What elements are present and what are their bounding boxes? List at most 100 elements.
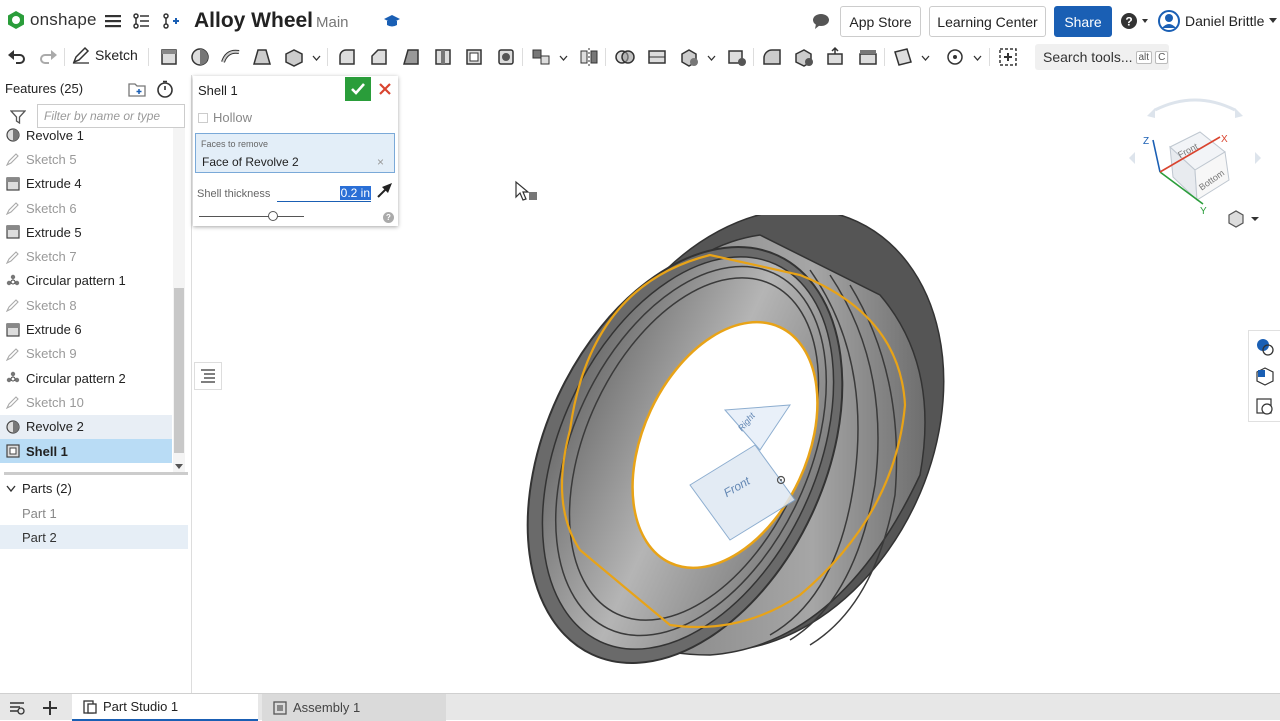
undo-icon[interactable] xyxy=(6,46,28,68)
redo-icon[interactable] xyxy=(37,46,59,68)
panel-resize-divider[interactable] xyxy=(4,472,188,475)
feature-item[interactable]: Extrude 6 xyxy=(0,317,172,341)
thicken-icon[interactable] xyxy=(283,46,305,68)
loft-icon[interactable] xyxy=(251,46,273,68)
boolean-icon[interactable] xyxy=(614,46,636,68)
search-tools-input[interactable]: Search tools... alt C xyxy=(1035,44,1169,70)
feature-list-toggle-icon[interactable] xyxy=(194,362,222,390)
feature-item[interactable]: Revolve 1 xyxy=(0,123,172,147)
feature-item[interactable]: Sketch 9 xyxy=(0,342,172,366)
mirror-icon[interactable] xyxy=(578,46,600,68)
help-icon[interactable]: ? xyxy=(1120,12,1150,30)
parts-header[interactable]: Parts (2) xyxy=(6,481,72,496)
delete-part-icon[interactable] xyxy=(726,46,748,68)
feature-item[interactable]: Shell 1 xyxy=(0,438,172,464)
part-item[interactable]: Part 1 xyxy=(0,501,188,525)
revolve-icon[interactable] xyxy=(189,46,211,68)
accept-button[interactable] xyxy=(345,77,371,101)
hollow-checkbox[interactable] xyxy=(198,112,208,123)
add-custom-feature-icon[interactable] xyxy=(997,46,1019,68)
toolbar-divider xyxy=(64,48,65,66)
shell-thickness-input[interactable]: 0.2 in xyxy=(277,184,371,202)
app-store-button[interactable]: App Store xyxy=(840,6,921,37)
mate-connector-icon[interactable] xyxy=(944,46,966,68)
onshape-logo[interactable]: onshape xyxy=(6,10,97,30)
configurations-icon[interactable] xyxy=(1255,367,1275,387)
top-bar: onshape Alloy Wheel Main App Store Learn… xyxy=(0,0,1280,42)
dialog-title[interactable]: Shell 1 xyxy=(198,83,238,98)
rib-icon[interactable] xyxy=(432,46,454,68)
chamfer-icon[interactable] xyxy=(368,46,390,68)
plane-icon[interactable] xyxy=(892,46,914,68)
feature-item[interactable]: Sketch 10 xyxy=(0,390,172,414)
comments-icon[interactable] xyxy=(812,12,830,30)
opposite-direction-icon[interactable] xyxy=(376,181,394,199)
slider-knob[interactable] xyxy=(267,211,278,221)
replace-face-icon[interactable] xyxy=(857,46,879,68)
linear-pattern-icon[interactable] xyxy=(530,46,552,68)
feature-item[interactable]: Sketch 8 xyxy=(0,293,172,317)
appearance-icon[interactable] xyxy=(1255,337,1275,357)
draft-icon[interactable] xyxy=(400,46,422,68)
part-item[interactable]: Part 2 xyxy=(0,525,188,549)
feature-item[interactable]: Revolve 2 xyxy=(0,414,172,439)
feature-item[interactable]: Sketch 6 xyxy=(0,196,172,220)
chevron-down-icon[interactable] xyxy=(921,55,930,61)
feature-label: Sketch 5 xyxy=(26,151,77,167)
thickness-slider[interactable] xyxy=(199,211,304,221)
feature-item[interactable]: Circular pattern 1 xyxy=(0,269,172,293)
feature-item[interactable]: Circular pattern 2 xyxy=(0,366,172,390)
share-button[interactable]: Share xyxy=(1054,6,1112,37)
feature-item[interactable]: Sketch 7 xyxy=(0,244,172,268)
filter-icon[interactable] xyxy=(10,110,26,124)
sketch-button[interactable]: Sketch xyxy=(72,46,138,64)
transform-icon[interactable] xyxy=(678,46,700,68)
sketch-icon xyxy=(5,152,20,167)
branch-name[interactable]: Main xyxy=(316,14,349,31)
feature-label: Extrude 6 xyxy=(26,322,82,338)
tab-assembly-1[interactable]: Assembly 1 xyxy=(262,694,446,721)
scroll-thumb[interactable] xyxy=(174,288,184,453)
feature-item[interactable]: Extrude 4 xyxy=(0,172,172,196)
feature-item[interactable]: Sketch 5 xyxy=(0,147,172,171)
move-face-icon[interactable] xyxy=(825,46,847,68)
chevron-down-icon[interactable] xyxy=(312,55,321,61)
menu-icon[interactable] xyxy=(104,12,122,30)
user-menu[interactable]: Daniel Brittle xyxy=(1158,10,1278,32)
add-tab-icon[interactable] xyxy=(42,700,58,716)
faces-to-remove-field[interactable]: Faces to remove Face of Revolve 2 × xyxy=(195,133,395,173)
help-icon[interactable]: ? xyxy=(383,212,394,223)
fillet-icon[interactable] xyxy=(336,46,358,68)
split-icon[interactable] xyxy=(646,46,668,68)
add-folder-icon[interactable] xyxy=(128,81,146,97)
version-graph-icon[interactable] xyxy=(132,12,150,30)
document-title[interactable]: Alloy Wheel xyxy=(194,9,313,33)
delete-face-icon[interactable] xyxy=(793,46,815,68)
view-options-icon[interactable] xyxy=(1227,210,1261,228)
rollback-timer-icon[interactable] xyxy=(156,80,174,98)
hole-icon[interactable] xyxy=(495,46,517,68)
sweep-icon[interactable] xyxy=(220,46,242,68)
cancel-button[interactable] xyxy=(373,77,397,101)
feature-list-scrollbar[interactable] xyxy=(173,128,185,473)
tab-manager-icon[interactable] xyxy=(8,700,26,716)
selected-face[interactable]: Face of Revolve 2 xyxy=(202,155,299,169)
chevron-down-icon[interactable] xyxy=(973,55,982,61)
chevron-down-icon[interactable] xyxy=(707,55,716,61)
branch-icon[interactable] xyxy=(161,12,179,30)
shell-thickness-value[interactable]: 0.2 in xyxy=(339,186,371,200)
chevron-down-icon[interactable] xyxy=(559,55,568,61)
tab-part-studio-1[interactable]: Part Studio 1 xyxy=(72,694,258,721)
mass-properties-icon[interactable] xyxy=(1255,397,1275,417)
feature-item[interactable]: Extrude 5 xyxy=(0,220,172,244)
shell-icon[interactable] xyxy=(463,46,485,68)
checkmark-icon xyxy=(351,83,365,95)
3d-viewport-model[interactable]: Front Right xyxy=(510,215,950,665)
hollow-option[interactable]: Hollow xyxy=(198,110,252,125)
extrude-icon[interactable] xyxy=(158,46,180,68)
remove-selection-icon[interactable]: × xyxy=(377,155,384,169)
learning-center-button[interactable]: Learning Center xyxy=(929,6,1046,37)
scroll-down-arrow-icon[interactable] xyxy=(175,464,183,470)
modify-fillet-icon[interactable] xyxy=(761,46,783,68)
wheel-rim[interactable] xyxy=(510,215,950,665)
